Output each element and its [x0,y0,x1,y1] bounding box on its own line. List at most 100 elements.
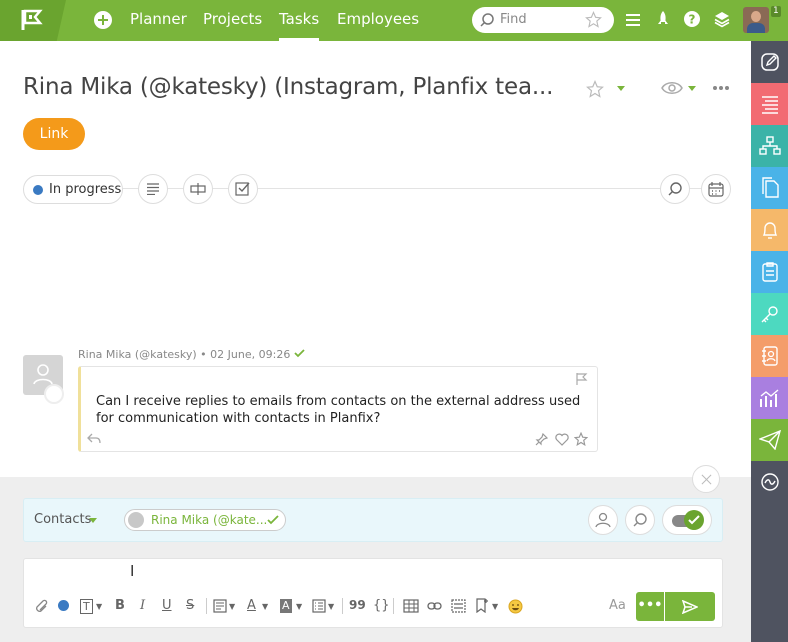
help-icon[interactable]: ? [683,10,701,28]
paragraph-icon[interactable] [213,599,227,613]
sidebar-hierarchy[interactable] [751,125,788,167]
pin-icon[interactable] [535,433,548,446]
reply-icon[interactable] [87,433,101,445]
search-placeholder: Find [500,12,527,27]
message-date: 02 June, 09:26 [210,348,291,361]
eye-icon[interactable] [661,81,683,95]
sidebar-list[interactable] [751,83,788,125]
edit-icon [760,53,779,71]
chevron-down-icon[interactable] [688,86,696,92]
heart-icon[interactable] [555,433,569,446]
nav-tasks[interactable]: Tasks [279,11,320,41]
recipient-avatar [128,512,144,528]
status-dot [33,185,43,195]
notify-toggle[interactable] [662,505,712,535]
flag-icon[interactable] [576,373,588,385]
checkbox-icon [235,182,250,196]
search-input[interactable]: Find [472,7,614,33]
status-selector[interactable]: In progress [23,175,123,204]
font-size-button[interactable]: Aa [609,598,626,613]
attach-icon[interactable] [35,599,49,614]
contact-icon [761,346,778,366]
nav-projects[interactable]: Projects [203,11,262,28]
more-icon[interactable] [712,85,730,91]
send-button[interactable] [665,592,715,621]
fields-icon [190,183,206,195]
send-icon [682,600,698,614]
chevron-down-icon[interactable] [617,86,625,92]
underline-icon[interactable]: U [162,598,172,613]
add-recipient-button[interactable] [588,505,618,535]
favorite-star-icon[interactable] [586,80,604,98]
chevron-down-icon[interactable]: ▼ [229,602,235,611]
user-avatar[interactable] [743,7,769,33]
sidebar-reports[interactable] [751,377,788,419]
italic-icon[interactable]: I [140,598,145,613]
sidebar-contacts[interactable] [751,335,788,377]
link-button[interactable]: Link [23,118,85,150]
checklist-button[interactable] [228,174,258,204]
add-icon[interactable] [94,11,112,29]
clipboard-icon [761,262,778,282]
chevron-down-icon[interactable] [89,518,97,523]
highlight-icon[interactable]: A [280,599,292,613]
link-icon[interactable] [427,601,442,611]
key-icon [761,306,778,323]
bell-icon [762,222,777,239]
description-button[interactable] [138,174,168,204]
top-bar: Planner Projects Tasks Employees Find ? … [0,0,788,41]
nav-employees[interactable]: Employees [337,11,419,28]
toggle-knob [684,510,704,530]
table-icon[interactable] [403,599,419,613]
contacts-dropdown[interactable]: Contacts [34,512,91,527]
chevron-down-icon[interactable]: ▼ [96,602,102,611]
fields-button[interactable] [183,174,213,204]
bookmark-icon[interactable] [475,598,489,613]
task-search-button[interactable] [660,174,690,204]
search-icon [668,182,682,196]
sidebar-clipboard[interactable] [751,251,788,293]
send-options-button[interactable]: ••• [636,592,664,621]
nav-planner[interactable]: Planner [130,11,187,28]
message-author[interactable]: Rina Mika (@katesky) [78,348,197,361]
quote-icon[interactable]: 99 [349,598,366,612]
layers-icon[interactable] [713,10,731,28]
list-icon[interactable] [312,599,326,613]
chevron-down-icon[interactable]: ▼ [328,602,334,611]
sidebar-key[interactable] [751,293,788,335]
font-color-icon[interactable]: A [247,598,256,613]
sidebar-misc[interactable] [751,461,788,503]
emoji-icon[interactable] [508,599,523,614]
check-icon [688,515,700,525]
recipient-chip[interactable]: Rina Mika (@kate... [124,509,286,531]
strikethrough-icon[interactable]: S [186,598,194,613]
check-icon [267,515,279,525]
rocket-icon[interactable] [655,10,671,28]
sidebar-documents[interactable] [751,167,788,209]
calendar-button[interactable] [701,174,731,204]
chevron-down-icon[interactable]: ▼ [296,602,302,611]
close-composer-button[interactable] [692,465,720,493]
star-icon[interactable] [574,432,588,446]
sidebar-edit[interactable] [751,41,788,83]
search-icon [633,513,647,527]
sidebar-send[interactable] [751,419,788,461]
message-editor[interactable] [23,558,723,628]
logo[interactable] [0,0,66,41]
checklist-icon[interactable] [451,599,466,613]
message-meta: Rina Mika (@katesky) • 02 June, 09:26 [78,348,305,361]
text-style-icon[interactable]: T [80,599,93,614]
recipient-search-button[interactable] [625,505,655,535]
color-dot-icon[interactable] [58,600,69,611]
bold-icon[interactable]: B [115,598,125,613]
code-icon[interactable]: {} [373,598,390,613]
check-icon [294,349,305,358]
star-icon[interactable] [585,11,602,28]
search-icon [480,13,494,27]
right-sidebar [751,41,788,642]
menu-icon[interactable] [625,12,641,28]
chevron-down-icon[interactable]: ▼ [492,602,498,611]
chevron-down-icon[interactable]: ▼ [262,602,268,611]
sidebar-notifications[interactable] [751,209,788,251]
divider [23,188,730,189]
